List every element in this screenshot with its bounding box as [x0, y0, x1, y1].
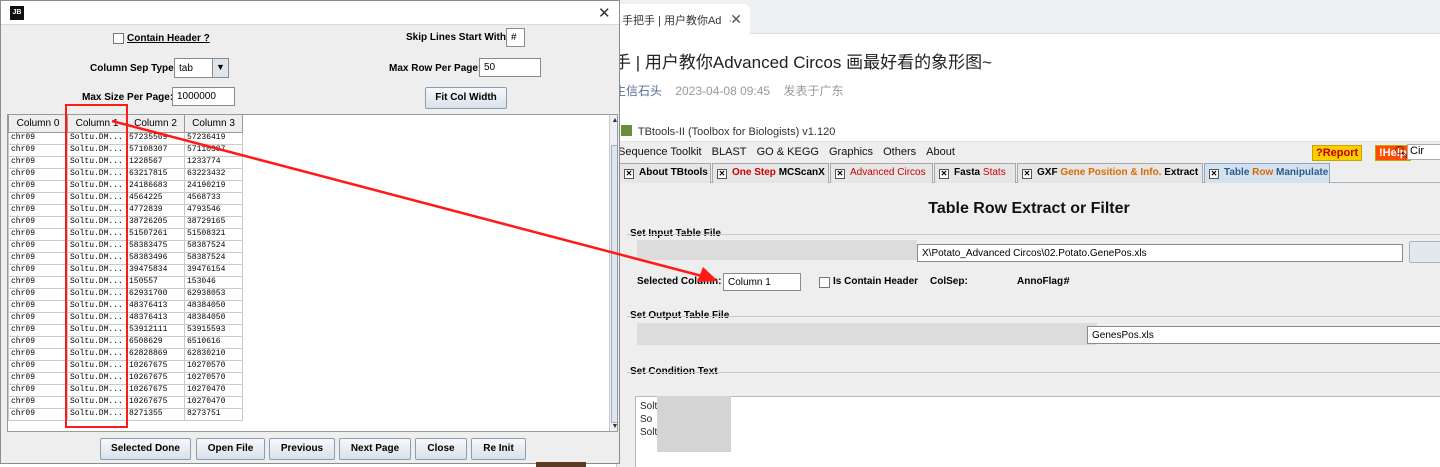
arrow-line — [111, 119, 703, 278]
arrow-head — [697, 267, 718, 282]
annotation-arrow — [111, 119, 718, 282]
